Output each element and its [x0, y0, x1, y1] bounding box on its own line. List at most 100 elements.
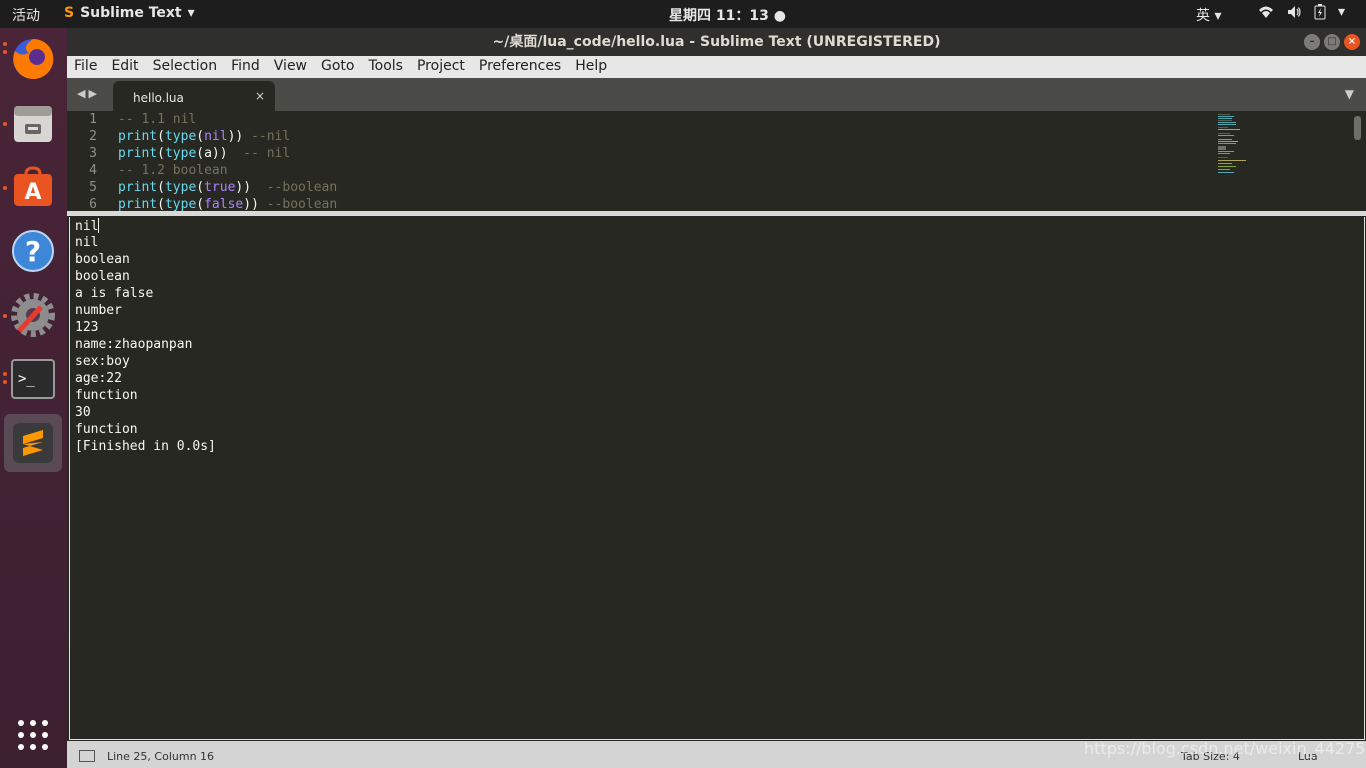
code-token: (	[196, 197, 205, 211]
menu-find[interactable]: Find	[224, 56, 267, 78]
output-line-text: boolean	[75, 269, 130, 284]
system-tray[interactable]: ▾	[1258, 4, 1345, 24]
running-indicator	[3, 372, 7, 376]
tab-hello-lua[interactable]: hello.lua ×	[113, 81, 275, 111]
code-token: -- 1.1 nil	[118, 112, 197, 127]
build-output-panel[interactable]: nil nil boolean boolean a is false number 123 n…	[69, 217, 1365, 740]
code-token: print	[118, 129, 158, 144]
tab-close-icon[interactable]: ×	[255, 89, 265, 103]
menu-project[interactable]: Project	[410, 56, 472, 78]
help-icon[interactable]: ?	[10, 228, 56, 274]
panel-splitter[interactable]	[67, 211, 1366, 216]
system-top-bar: 活动 S Sublime Text ▾ 星期四 11：13 ● 英 ▾ ▾	[0, 0, 1366, 28]
output-line: nil	[75, 235, 98, 250]
minimize-button[interactable]: –	[1304, 34, 1320, 50]
volume-icon	[1286, 4, 1302, 24]
code-token: type	[164, 129, 197, 144]
code-token: (a))	[196, 146, 244, 161]
code-token: print	[118, 180, 158, 195]
window-controls: – □ ×	[1304, 34, 1360, 50]
output-line-text: nil	[75, 219, 99, 234]
software-center-icon[interactable]: A	[10, 164, 56, 210]
code-token: -- 1.2 boolean	[118, 163, 228, 178]
output-line: boolean	[75, 269, 130, 284]
running-indicator	[3, 380, 7, 384]
sublime-text-icon[interactable]	[10, 420, 56, 466]
svg-text:?: ?	[25, 235, 41, 268]
settings-icon[interactable]	[10, 292, 56, 338]
chevron-down-icon: ▾	[187, 5, 195, 21]
firefox-icon[interactable]	[10, 36, 56, 82]
code-token: type	[164, 146, 197, 161]
code-editor[interactable]: 123456 -- 1.1 nil print(type(nil)) --nil p…	[67, 111, 1366, 211]
output-line-text: function	[75, 422, 138, 437]
close-button[interactable]: ×	[1344, 34, 1360, 50]
menu-selection[interactable]: Selection	[146, 56, 225, 78]
panel-toggle-icon[interactable]	[79, 750, 95, 762]
editor-scrollbar[interactable]	[1354, 116, 1361, 140]
code-token: print	[118, 197, 158, 211]
code-token: type	[164, 197, 197, 211]
code-token: (	[157, 129, 165, 144]
code-token: -- nil	[243, 146, 291, 161]
power-menu-icon: ▾	[1338, 4, 1346, 20]
output-line-text: name:zhaopanpan	[75, 337, 193, 352]
tab-list-dropdown-icon[interactable]: ▼	[1345, 87, 1354, 101]
wifi-icon	[1258, 4, 1274, 24]
output-line-text: 123	[75, 320, 99, 335]
line-number: 5	[89, 180, 97, 195]
activities-button[interactable]: 活动	[12, 5, 40, 25]
launcher-dock: A ? >_	[0, 28, 67, 768]
cursor-position: Line 25, Column 16	[107, 750, 215, 763]
running-indicator	[3, 50, 7, 54]
output-line: sex:boy	[75, 354, 130, 369]
running-indicator	[3, 186, 7, 190]
output-line-text: [Finished in 0.0s]	[75, 439, 216, 454]
output-line-text: number	[75, 303, 122, 318]
line-number: 2	[89, 129, 97, 144]
line-number: 1	[89, 112, 97, 127]
menu-tools[interactable]: Tools	[361, 56, 410, 78]
code-line: print(type(nil)) --nil	[118, 129, 290, 144]
tab-navigation-arrows[interactable]: ◀▶	[77, 87, 100, 100]
maximize-button[interactable]: □	[1324, 34, 1340, 50]
output-line: [Finished in 0.0s]	[75, 439, 216, 454]
window-title-bar[interactable]: ~/桌面/lua_code/hello.lua - Sublime Text (…	[67, 28, 1366, 56]
output-line: 123	[75, 320, 98, 335]
code-line: -- 1.1 nil	[118, 112, 196, 127]
menu-help[interactable]: Help	[568, 56, 614, 78]
menu-goto[interactable]: Goto	[314, 56, 361, 78]
menu-edit[interactable]: Edit	[104, 56, 145, 78]
code-token: false	[204, 197, 244, 211]
menu-file[interactable]: File	[67, 56, 104, 78]
output-line-text: 30	[75, 405, 91, 420]
code-token: ))	[243, 197, 267, 211]
code-token: (	[196, 129, 205, 144]
menu-preferences[interactable]: Preferences	[472, 56, 568, 78]
terminal-icon[interactable]: >_	[10, 356, 56, 402]
code-token: true	[204, 180, 236, 195]
output-line: 30	[75, 405, 91, 420]
tab-label: hello.lua	[133, 91, 184, 105]
tab-bar: ◀▶ hello.lua × ▼	[67, 78, 1366, 111]
output-line-text: nil	[75, 235, 99, 250]
output-line-text: sex:boy	[75, 354, 130, 369]
code-line: print(type(false)) --boolean	[118, 197, 337, 211]
line-number: 3	[89, 146, 97, 161]
running-indicator	[3, 42, 7, 46]
app-menu[interactable]: S Sublime Text ▾	[64, 5, 195, 21]
output-line-text: age:22	[75, 371, 122, 386]
output-line-text: boolean	[75, 252, 130, 267]
input-method-indicator[interactable]: 英 ▾	[1196, 5, 1221, 25]
files-icon[interactable]	[10, 100, 56, 146]
clock[interactable]: 星期四 11：13 ●	[669, 5, 786, 25]
svg-text:>_: >_	[18, 371, 35, 387]
minimap[interactable]	[1218, 113, 1258, 177]
output-line: nil	[75, 218, 100, 234]
window-title: ~/桌面/lua_code/hello.lua - Sublime Text (…	[492, 34, 941, 50]
show-apps-icon[interactable]	[10, 712, 56, 758]
running-indicator	[3, 314, 7, 318]
output-line: age:22	[75, 371, 122, 386]
input-method-label: 英	[1196, 8, 1210, 24]
menu-view[interactable]: View	[267, 56, 314, 78]
